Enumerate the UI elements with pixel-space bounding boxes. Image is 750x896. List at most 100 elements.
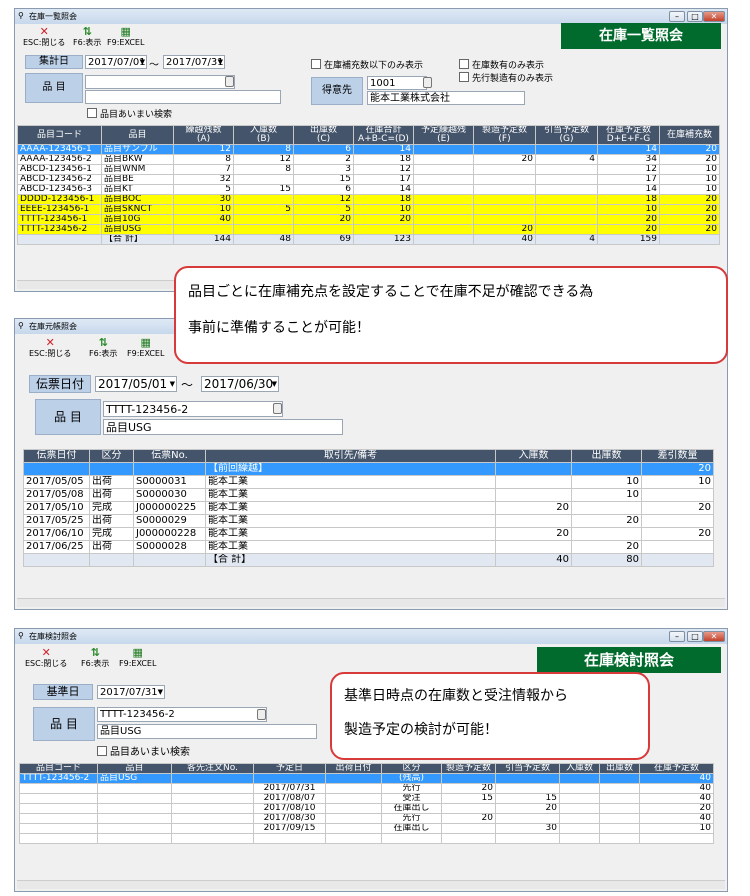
table-cell: 20	[659, 144, 720, 155]
total-row[interactable]: 【合 計】 144 48 69 123 40 4 159	[17, 234, 720, 245]
column-header[interactable]: 予定繰越残 (E)	[413, 125, 474, 145]
close-window-button[interactable]: ✕	[703, 11, 725, 22]
f9-excel-button[interactable]: ▦ F9:EXCEL	[119, 647, 156, 669]
column-header[interactable]: 出庫数	[599, 763, 640, 774]
esc-close-button[interactable]: ✕ ESC:閉じる	[29, 337, 71, 359]
table-row[interactable]: AAAA-123456-2 品目BKW 8 12 2 18 20 4 34 20	[17, 154, 720, 165]
column-header[interactable]: 在庫予定数	[639, 763, 714, 774]
column-header[interactable]: 品目	[101, 125, 174, 145]
column-header[interactable]: 引当予定数 (G)	[535, 125, 598, 145]
table-row[interactable]: EEEE-123456-1 品目SKNCT 10 5 5 10 10 20	[17, 204, 720, 215]
table-row[interactable]: 2017/05/08 出荷 S0000030 能本工業 10	[23, 488, 714, 502]
table-row[interactable]: 2017/08/07 受注 15 15 40	[19, 793, 714, 804]
horizontal-scrollbar[interactable]	[17, 880, 725, 889]
column-header[interactable]: 取引先/備考	[205, 449, 496, 463]
table-row[interactable]: TTTT-123456-2 品目USG 20 20 20	[17, 224, 720, 235]
item-fuzzy-checkbox[interactable]: 品目あいまい検索	[97, 743, 190, 758]
date-from-select[interactable]: 2017/05/01 ▼	[95, 376, 177, 392]
table-cell: 【合 計】	[101, 234, 174, 245]
table-row[interactable]: 2017/08/10 在庫出し 20 20	[19, 803, 714, 814]
table-row[interactable]: TTTT-123456-2 品目USG (残高) 40	[19, 773, 714, 784]
minimize-button[interactable]: –	[669, 631, 685, 642]
item-search-button[interactable]	[257, 709, 266, 720]
date-to-select[interactable]: 2017/07/31 ▼	[163, 55, 225, 69]
close-window-button[interactable]: ✕	[703, 631, 725, 642]
column-header[interactable]: 伝票日付	[23, 449, 90, 463]
base-date-select[interactable]: 2017/07/31 ▼	[97, 685, 165, 699]
table-cell: 14	[353, 184, 414, 195]
column-header[interactable]: 在庫予定数 D+E+F-G	[597, 125, 660, 145]
table-cell	[495, 514, 572, 528]
column-header[interactable]: 差引数量	[641, 449, 714, 463]
advance-only-checkbox[interactable]: 先行製造有のみ表示	[459, 71, 553, 84]
table-row[interactable]: 【前回繰越】 20	[23, 462, 714, 476]
table-row[interactable]: 2017/08/30 先行 20 40	[19, 813, 714, 824]
column-header[interactable]: 伝票No.	[133, 449, 206, 463]
item-name-input[interactable]: 品目USG	[103, 419, 343, 435]
table-row[interactable]: 2017/05/25 出荷 S0000029 能本工業 20	[23, 514, 714, 528]
column-header[interactable]: 繰越残数 (A)	[173, 125, 234, 145]
table-row[interactable]: ABCD-123456-2 品目BE 32 15 17 17 10	[17, 174, 720, 185]
esc-close-button[interactable]: ✕ ESC:閉じる	[23, 26, 65, 48]
date-from-select[interactable]: 2017/07/01 ▼	[85, 55, 147, 69]
table-cell	[19, 833, 98, 844]
table-row[interactable]: AAAA-123456-1 品目サンプル 12 8 6 14 14 20	[17, 144, 720, 155]
table-row[interactable]: 2017/05/10 完成 J000000225 能本工業 20 20	[23, 501, 714, 515]
column-header[interactable]: 品目	[97, 763, 172, 774]
item-fuzzy-checkbox[interactable]: 品目あいまい検索	[87, 107, 172, 120]
search-icon: ⚲	[18, 11, 24, 20]
table-row[interactable]: 2017/06/25 出荷 S0000028 能本工業 20	[23, 540, 714, 554]
column-header[interactable]: 在庫補充数	[659, 125, 720, 145]
f6-display-button[interactable]: ⇅ F6:表示	[89, 337, 117, 359]
date-to-select[interactable]: 2017/06/30 ▼	[201, 376, 279, 392]
minimize-button[interactable]: –	[669, 11, 685, 22]
item-search-button[interactable]	[273, 403, 282, 414]
table-row[interactable]: DDDD-123456-1 品目BOC 30 12 18 18 20	[17, 194, 720, 205]
column-header[interactable]: 区分	[381, 763, 442, 774]
table-cell	[171, 803, 254, 814]
esc-close-button[interactable]: ✕ ESC:閉じる	[25, 647, 67, 669]
total-row[interactable]: 【合 計】 40 80	[23, 553, 714, 567]
column-header[interactable]: 予定日	[253, 763, 326, 774]
column-header[interactable]: 入庫数 (B)	[233, 125, 294, 145]
f6-display-button[interactable]: ⇅ F6:表示	[73, 26, 101, 48]
table-row[interactable]: 2017/05/05 出荷 S0000031 能本工業 10 10	[23, 475, 714, 489]
customer-code-input[interactable]: 1001	[367, 76, 427, 90]
customer-name-input[interactable]: 能本工業株式会社	[367, 91, 525, 105]
table-row[interactable]: 2017/09/15 在庫出し 30 10	[19, 823, 714, 834]
column-header[interactable]: 品目コード	[17, 125, 102, 145]
column-header[interactable]: 製造予定数	[441, 763, 496, 774]
item-name-input[interactable]: 品目USG	[97, 724, 317, 739]
f9-excel-button[interactable]: ▦ F9:EXCEL	[127, 337, 164, 359]
maximize-button[interactable]: □	[687, 11, 703, 22]
stock-only-checkbox[interactable]: 在庫数有のみ表示	[459, 58, 544, 71]
item-search-button[interactable]	[225, 76, 234, 87]
column-header[interactable]: 出庫数 (C)	[293, 125, 354, 145]
replenish-only-checkbox[interactable]: 在庫補充数以下のみ表示	[311, 58, 423, 71]
item-code-input[interactable]	[85, 75, 235, 89]
maximize-button[interactable]: □	[687, 631, 703, 642]
table-row[interactable]: TTTT-123456-1 品目10G 40 20 20 20 20	[17, 214, 720, 225]
column-header[interactable]: 客先注文No.	[171, 763, 254, 774]
window-title: 在庫一覧照会	[29, 12, 77, 21]
column-header[interactable]: 出庫数	[571, 449, 642, 463]
customer-search-button[interactable]	[423, 77, 432, 88]
column-header[interactable]: 入庫数	[559, 763, 600, 774]
item-code-input[interactable]: TTTT-123456-2	[103, 401, 283, 417]
f9-excel-button[interactable]: ▦ F9:EXCEL	[107, 26, 144, 48]
column-header[interactable]: 品目コード	[19, 763, 98, 774]
table-row[interactable]: ABCD-123456-1 品目WNM 7 8 3 12 12 10	[17, 164, 720, 175]
item-name-input[interactable]	[85, 90, 281, 104]
column-header[interactable]: 引当予定数	[495, 763, 560, 774]
f6-display-button[interactable]: ⇅ F6:表示	[81, 647, 109, 669]
table-row[interactable]: 2017/06/10 完成 J000000228 能本工業 20 20	[23, 527, 714, 541]
column-header[interactable]: 出荷日付	[325, 763, 382, 774]
item-code-input[interactable]: TTTT-123456-2	[97, 707, 267, 722]
column-header[interactable]: 区分	[89, 449, 134, 463]
table-row[interactable]: 2017/07/31 先行 20 40	[19, 783, 714, 794]
table-row[interactable]: ABCD-123456-3 品目KT 5 15 6 14 14 10	[17, 184, 720, 195]
column-header[interactable]: 製造予定数 (F)	[473, 125, 536, 145]
horizontal-scrollbar[interactable]	[17, 598, 725, 607]
column-header[interactable]: 在庫合計 A+B-C=(D)	[353, 125, 414, 145]
column-header[interactable]: 入庫数	[495, 449, 572, 463]
